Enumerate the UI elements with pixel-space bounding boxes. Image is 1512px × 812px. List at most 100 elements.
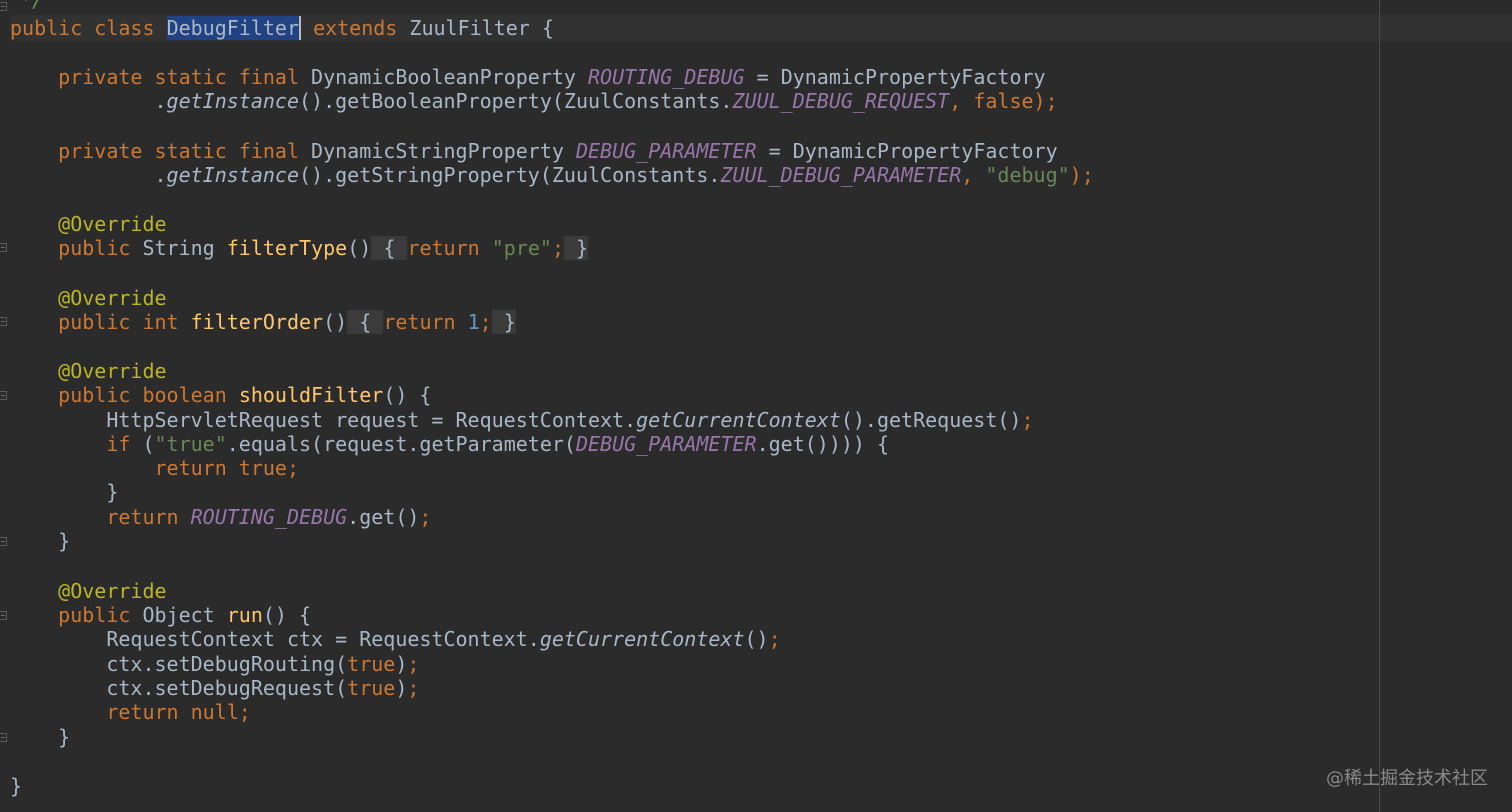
- brace: }: [576, 236, 589, 260]
- semicolon: ;: [419, 505, 432, 529]
- keyword: return: [383, 310, 456, 334]
- statement-text: .get()))) {: [756, 432, 890, 456]
- dot: .: [154, 89, 167, 113]
- annotation: @Override: [58, 579, 167, 603]
- method-name: shouldFilter: [238, 383, 384, 407]
- constant-ref: DEBUG_PARAMETER: [575, 432, 757, 456]
- brace: }: [503, 310, 516, 334]
- comma: ,: [949, 89, 962, 113]
- brace: {: [383, 236, 396, 260]
- statement-end: );: [1033, 89, 1058, 113]
- fold-marker-icon[interactable]: [0, 611, 7, 620]
- field-type: DynamicBooleanProperty: [311, 65, 576, 89]
- code-line: public Object run() {: [10, 603, 311, 627]
- statement-text: (): [744, 627, 769, 651]
- statement-text: .get(): [347, 505, 420, 529]
- code-line: @Override: [10, 359, 167, 383]
- statement-text: HttpServletRequest request = RequestCont…: [106, 408, 637, 432]
- keyword: return: [407, 236, 480, 260]
- code-line: return null;: [10, 700, 251, 724]
- statement-text: ().getRequest(): [840, 408, 1022, 432]
- code-line: @Override: [10, 212, 167, 236]
- code-editor[interactable]: */ public class DebugFilter extends Zuul…: [0, 0, 1512, 812]
- class-ref: DynamicPropertyFactory: [780, 65, 1046, 89]
- semicolon: ;: [407, 676, 420, 700]
- superclass-name: ZuulFilter: [409, 16, 530, 40]
- semicolon: ;: [479, 310, 492, 334]
- semicolon: ;: [407, 652, 420, 676]
- call-text: ().getStringProperty(ZuulConstants.: [299, 163, 721, 187]
- keyword: class: [94, 16, 155, 40]
- brace: }: [58, 725, 71, 749]
- keyword: if: [106, 432, 131, 456]
- static-call: getInstance: [166, 163, 299, 187]
- string-literal: "true": [154, 432, 227, 456]
- code-line: return ROUTING_DEBUG.get();: [10, 505, 431, 529]
- code-line: return true;: [10, 456, 300, 480]
- keyword: public: [10, 16, 83, 40]
- brace: }: [58, 529, 71, 553]
- call-text: ().getBooleanProperty(ZuulConstants.: [299, 89, 733, 113]
- number-literal: 1: [467, 310, 480, 334]
- annotation: @Override: [58, 359, 167, 383]
- folded-body-end[interactable]: }: [491, 310, 516, 334]
- field-type: DynamicStringProperty: [311, 139, 564, 163]
- class-name-selected[interactable]: DebugFilter: [166, 16, 302, 40]
- dot: .: [154, 163, 167, 187]
- folded-body-end[interactable]: }: [563, 236, 589, 260]
- static-call: getCurrentContext: [539, 627, 745, 651]
- semicolon: ;: [238, 700, 251, 724]
- keyword: extends: [313, 16, 398, 40]
- return-type: String: [142, 236, 215, 260]
- code-line: ctx.setDebugRouting(true);: [10, 652, 419, 676]
- code-line: private static final DynamicStringProper…: [10, 139, 1058, 163]
- fold-marker-icon[interactable]: [0, 391, 7, 400]
- class-ref: DynamicPropertyFactory: [792, 139, 1058, 163]
- fold-marker-icon[interactable]: [0, 243, 7, 252]
- keyword: return: [106, 700, 179, 724]
- return-type: int: [142, 310, 179, 334]
- brace: {: [541, 16, 554, 40]
- watermark: @稀土掘金技术社区: [1326, 768, 1488, 789]
- code-line: public boolean shouldFilter() {: [10, 383, 431, 407]
- code-line: .getInstance().getBooleanProperty(ZuulCo…: [10, 89, 1058, 113]
- annotation: @Override: [58, 286, 167, 310]
- return-type: Object: [142, 603, 215, 627]
- keyword: return: [154, 456, 227, 480]
- literal: false: [973, 89, 1034, 113]
- constant-ref: ZUUL_DEBUG_REQUEST: [732, 89, 950, 113]
- code-line: private static final DynamicBooleanPrope…: [10, 65, 1046, 89]
- string-literal: "pre": [491, 236, 552, 260]
- code-line: @Override: [10, 286, 167, 310]
- keyword: public: [58, 236, 131, 260]
- paren: ): [395, 676, 408, 700]
- method-name: run: [226, 603, 263, 627]
- folded-body[interactable]: {: [371, 236, 408, 260]
- annotation: @Override: [58, 212, 167, 236]
- fold-marker-icon[interactable]: [0, 317, 7, 326]
- code-line: HttpServletRequest request = RequestCont…: [10, 408, 1033, 432]
- brace: {: [359, 310, 372, 334]
- code-line: .getInstance().getStringProperty(ZuulCon…: [10, 163, 1094, 187]
- statement-text: .equals(request.getParameter(: [226, 432, 576, 456]
- literal: true: [347, 676, 396, 700]
- keyword: public: [58, 603, 131, 627]
- brace: }: [10, 774, 23, 798]
- literal: true: [347, 652, 396, 676]
- semicolon: ;: [551, 236, 564, 260]
- string-literal: "debug": [985, 163, 1070, 187]
- folded-body[interactable]: {: [347, 310, 384, 334]
- fold-marker-icon[interactable]: [0, 733, 7, 742]
- operator: =: [756, 65, 769, 89]
- statement-text: RequestContext ctx = RequestContext.: [106, 627, 540, 651]
- code-line: public int filterOrder() { return 1; }: [10, 310, 516, 334]
- fold-gutter: [0, 0, 10, 812]
- fold-marker-icon[interactable]: [0, 2, 7, 11]
- code-line: public class DebugFilter extends ZuulFil…: [10, 16, 554, 40]
- parens: (): [347, 236, 372, 260]
- fold-marker-icon[interactable]: [0, 537, 7, 546]
- code-line: */: [20, 0, 44, 12]
- right-margin-guide: [1379, 0, 1380, 812]
- code-line: ctx.setDebugRequest(true);: [10, 676, 419, 700]
- code-line: }: [10, 529, 70, 553]
